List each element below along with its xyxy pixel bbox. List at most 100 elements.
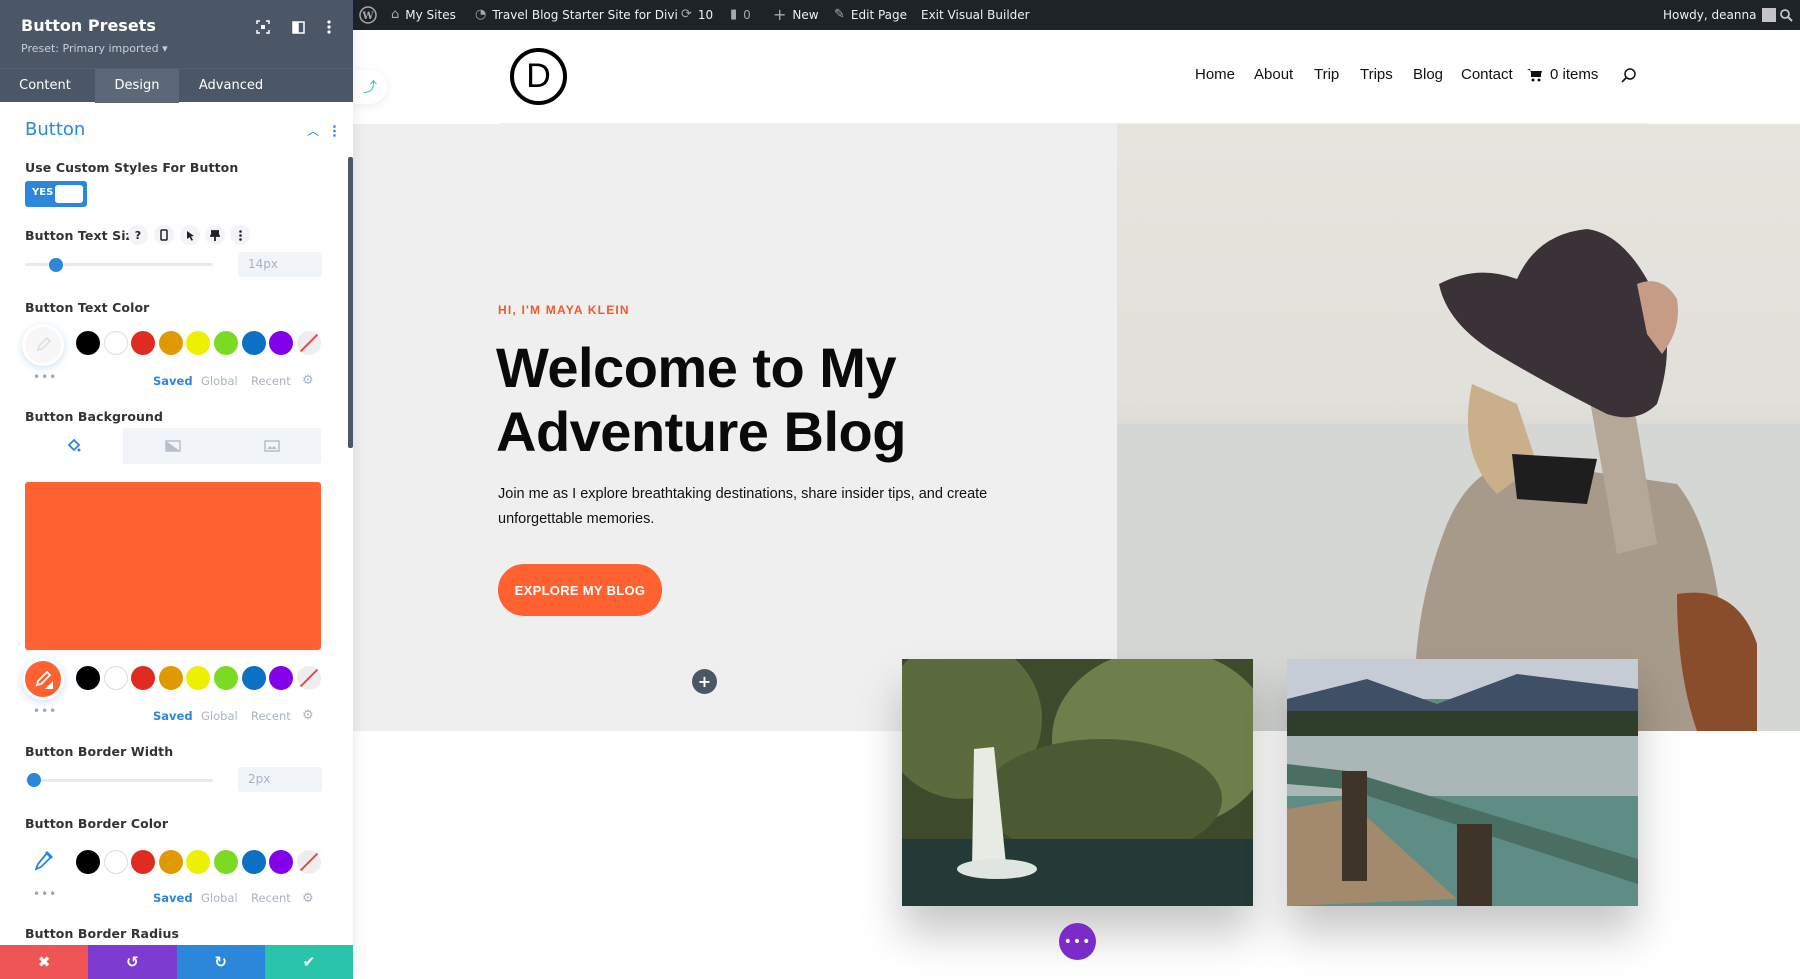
edit-page-link[interactable]: ✎ Edit Page <box>834 0 907 30</box>
tab-advanced[interactable]: Advanced <box>185 69 277 103</box>
color-swatch[interactable] <box>158 666 183 690</box>
row-options-button[interactable]: ••• <box>1059 923 1096 960</box>
color-swatch[interactable] <box>241 331 266 355</box>
palette-settings-gear-icon[interactable]: ⚙ <box>302 708 314 723</box>
palette-settings-gear-icon[interactable]: ⚙ <box>302 373 314 388</box>
text-color-tab-global[interactable]: Global <box>201 374 238 388</box>
swatch-transparent[interactable] <box>296 331 321 355</box>
text-color-more-dots[interactable]: ••• <box>33 370 57 384</box>
discard-button[interactable]: ✖ <box>0 945 89 979</box>
cart-link[interactable]: 0 items <box>1527 66 1598 83</box>
panel-scrollbar[interactable] <box>348 157 353 448</box>
color-swatch[interactable] <box>131 666 156 690</box>
border-color-eyedropper-icon[interactable] <box>33 850 54 875</box>
swatch-transparent[interactable] <box>296 850 321 874</box>
color-swatch[interactable] <box>103 850 128 874</box>
more-options-icon[interactable] <box>320 18 338 36</box>
text-size-slider-handle[interactable] <box>49 258 64 272</box>
tab-content[interactable]: Content <box>0 69 90 103</box>
bg-tab-image[interactable] <box>223 428 321 464</box>
help-icon[interactable]: ? <box>128 225 148 245</box>
undo-button[interactable]: ↺ <box>88 945 177 979</box>
color-swatch[interactable] <box>131 850 156 874</box>
page-settings-toggle[interactable]: ⤴ <box>353 70 387 104</box>
color-swatch[interactable] <box>214 666 238 690</box>
text-size-input[interactable]: 14px <box>238 252 322 277</box>
background-color-picker[interactable] <box>22 658 64 700</box>
wordpress-logo-icon[interactable]: W <box>359 0 377 30</box>
color-swatch[interactable] <box>186 666 211 690</box>
palette-settings-gear-icon[interactable]: ⚙ <box>302 891 314 906</box>
explore-blog-button[interactable]: EXPLORE MY BLOG <box>498 564 662 616</box>
responsive-phone-icon[interactable] <box>154 225 174 245</box>
redo-button[interactable]: ↻ <box>176 945 265 979</box>
nav-contact[interactable]: Contact <box>1461 66 1513 83</box>
nav-home[interactable]: Home <box>1195 66 1235 83</box>
color-swatch[interactable] <box>241 850 266 874</box>
nav-about[interactable]: About <box>1254 66 1293 83</box>
border-color-tab-recent[interactable]: Recent <box>251 891 291 905</box>
background-tab-saved[interactable]: Saved <box>153 709 193 723</box>
color-swatch[interactable] <box>241 666 266 690</box>
add-module-button[interactable]: + <box>692 669 717 694</box>
color-swatch[interactable] <box>214 331 238 355</box>
use-custom-styles-toggle[interactable]: YES <box>25 181 87 207</box>
text-color-tab-saved[interactable]: Saved <box>153 374 193 388</box>
focus-mode-icon[interactable] <box>254 18 272 36</box>
section-title-button[interactable]: Button <box>25 119 85 140</box>
background-tab-global[interactable]: Global <box>201 709 238 723</box>
account-menu[interactable]: Howdy, deanna <box>1663 0 1777 30</box>
comments-menu[interactable]: ▮ 0 <box>730 0 751 30</box>
background-more-dots[interactable]: ••• <box>33 704 57 718</box>
new-content-menu[interactable]: + New <box>773 0 819 30</box>
tab-design[interactable]: Design <box>95 69 179 103</box>
text-color-picker[interactable] <box>22 324 64 366</box>
my-sites-icon: ⌂ <box>391 7 400 22</box>
updates-menu[interactable]: ⟳ 10 <box>681 0 713 30</box>
color-swatch[interactable] <box>186 331 211 355</box>
color-swatch[interactable] <box>269 850 294 874</box>
bg-tab-gradient[interactable] <box>124 428 222 464</box>
nav-blog[interactable]: Blog <box>1413 66 1443 83</box>
collapse-chevron-icon[interactable]: ︿ <box>307 122 319 139</box>
admin-search-icon[interactable] <box>1780 0 1793 30</box>
border-width-slider-handle[interactable] <box>26 773 41 787</box>
save-button[interactable]: ✔ <box>264 945 353 979</box>
paint-bucket-icon <box>67 439 81 452</box>
preset-dropdown[interactable]: Preset: Primary imported ▾ <box>21 42 168 55</box>
border-color-tab-global[interactable]: Global <box>201 891 238 905</box>
border-color-more-dots[interactable]: ••• <box>33 887 57 901</box>
swatch-transparent[interactable] <box>296 666 321 690</box>
border-width-slider-track[interactable] <box>25 779 213 782</box>
site-logo[interactable]: D <box>510 48 567 105</box>
bg-tab-color[interactable] <box>25 428 123 464</box>
color-swatch[interactable] <box>214 850 238 874</box>
split-view-icon[interactable] <box>289 18 307 36</box>
color-swatch[interactable] <box>269 331 294 355</box>
background-tab-recent[interactable]: Recent <box>251 709 291 723</box>
text-color-tab-recent[interactable]: Recent <box>251 374 291 388</box>
border-color-tab-saved[interactable]: Saved <box>153 891 193 905</box>
color-swatch[interactable] <box>103 331 128 355</box>
section-more-icon[interactable] <box>333 122 336 141</box>
color-swatch[interactable] <box>158 850 183 874</box>
site-name-menu[interactable]: ◔ Travel Blog Starter Site for Divi <box>475 0 678 30</box>
color-swatch[interactable] <box>103 666 128 690</box>
my-sites-menu[interactable]: ⌂ My Sites <box>391 0 456 30</box>
exit-visual-builder-link[interactable]: Exit Visual Builder <box>921 0 1030 30</box>
color-swatch[interactable] <box>186 850 211 874</box>
hover-cursor-icon[interactable] <box>180 225 200 245</box>
color-swatch[interactable] <box>131 331 156 355</box>
sticky-pin-icon[interactable] <box>205 225 225 245</box>
field-more-icon[interactable] <box>230 225 250 245</box>
color-swatch[interactable] <box>269 666 294 690</box>
color-swatch[interactable] <box>76 331 100 355</box>
border-width-input[interactable]: 2px <box>238 767 322 792</box>
color-swatch[interactable] <box>158 331 183 355</box>
site-search-icon[interactable] <box>1621 68 1636 87</box>
color-swatch[interactable] <box>76 850 100 874</box>
color-swatch[interactable] <box>76 666 100 690</box>
background-color-preview[interactable] <box>25 482 321 650</box>
nav-trip[interactable]: Trip <box>1314 66 1339 83</box>
nav-trips[interactable]: Trips <box>1360 66 1393 83</box>
